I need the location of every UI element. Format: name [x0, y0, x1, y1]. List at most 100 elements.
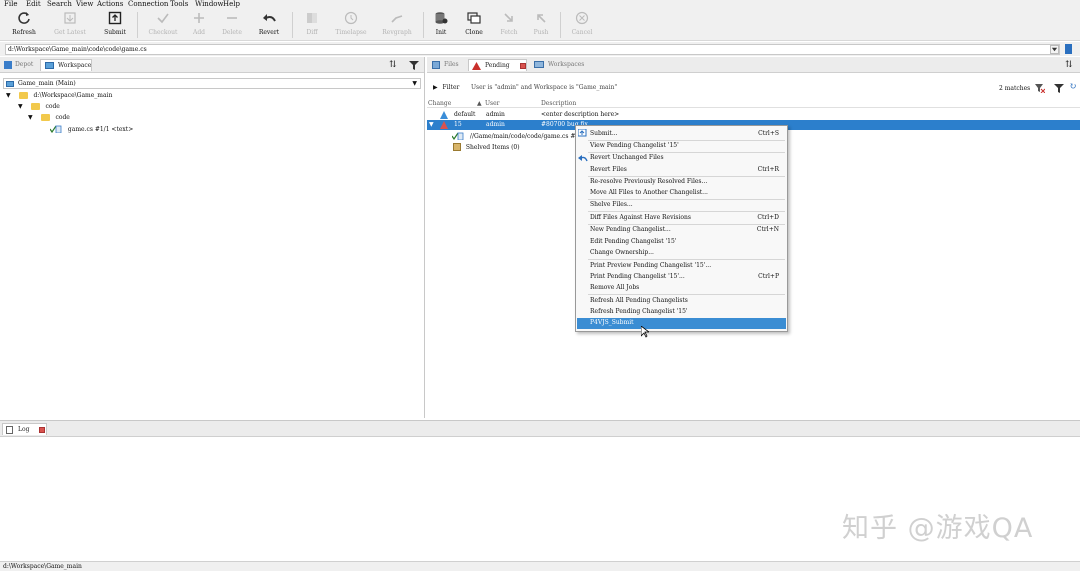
tree-row-file[interactable]: game.cs #1/1 <text> — [49, 125, 134, 134]
sort-icon[interactable]: ⇅ — [389, 60, 397, 70]
tab-workspaces[interactable]: Workspaces — [531, 59, 591, 71]
shortcut-new: Ctrl+N — [756, 226, 779, 233]
row-user: admin — [486, 121, 505, 128]
menu-item-print-preview[interactable]: Print Preview Pending Changelist '15'... — [590, 262, 711, 270]
revgraph-icon — [391, 15, 403, 23]
table-row[interactable]: default admin <enter description here> — [427, 110, 1080, 120]
expand-arrow-icon: ▼ — [18, 103, 23, 110]
tab-depot[interactable]: Depot — [2, 59, 38, 71]
clone-icon — [467, 12, 481, 24]
get-latest-label: Get Latest — [54, 29, 86, 36]
column-user[interactable]: User — [485, 100, 500, 107]
close-icon[interactable] — [520, 63, 526, 69]
get-latest-button[interactable]: Get Latest — [50, 11, 90, 39]
menu-item-revert-unchanged[interactable]: Revert Unchanged Files — [590, 154, 664, 162]
checkmark-icon — [157, 13, 169, 24]
menu-item-refresh-pending[interactable]: Refresh Pending Changelist '15' — [590, 308, 688, 316]
log-tabstrip: Log — [0, 421, 1080, 437]
submit-menu-icon — [578, 129, 587, 137]
menu-item-submit[interactable]: Submit... — [590, 130, 618, 138]
menu-actions[interactable]: Actions — [97, 0, 123, 9]
tab-files-label: Files — [444, 61, 459, 68]
folder-icon — [30, 103, 40, 110]
menu-search[interactable]: Search — [47, 0, 72, 9]
pending-changelist-icon — [440, 121, 448, 129]
diff-button[interactable]: Diff — [292, 11, 332, 39]
shortcut-diff: Ctrl+D — [757, 214, 779, 221]
bookmark-icon[interactable] — [1065, 44, 1072, 54]
revgraph-button[interactable]: Revgraph — [377, 11, 417, 39]
menu-item-edit-pending[interactable]: Edit Pending Changelist '15' — [590, 238, 676, 246]
tab-workspace[interactable]: Workspace — [40, 59, 92, 71]
delete-label: Delete — [222, 29, 242, 36]
minus-icon — [227, 17, 237, 19]
menu-view[interactable]: View — [76, 0, 93, 9]
filter-icon[interactable] — [1054, 83, 1064, 95]
menu-edit[interactable]: Edit — [26, 0, 41, 9]
menu-item-move-files[interactable]: Move All Files to Another Changelist... — [590, 189, 708, 197]
changelist-file-path: //Game/main/code/code/game.cs # — [469, 132, 576, 140]
menu-file[interactable]: File — [4, 0, 17, 9]
tree-file-label: game.cs #1/1 <text> — [67, 125, 134, 133]
tree-row-code[interactable]: ▼ code — [18, 103, 60, 111]
submit-button[interactable]: Submit — [95, 11, 135, 39]
menu-item-reresolve[interactable]: Re-resolve Previously Resolved Files... — [590, 178, 707, 186]
timelapse-button[interactable]: Timelapse — [331, 11, 371, 39]
menu-item-remove-jobs[interactable]: Remove All Jobs — [590, 284, 639, 292]
refresh-button[interactable]: Refresh — [4, 11, 44, 39]
workspace-select[interactable]: Game_main (Main) ▼ — [3, 78, 421, 89]
menu-item-change-ownership[interactable]: Change Ownership... — [590, 249, 654, 257]
tab-pending[interactable]: Pending — [468, 59, 527, 71]
menu-help[interactable]: Help — [223, 0, 240, 9]
menu-item-print[interactable]: Print Pending Changelist '15'... — [590, 273, 685, 281]
menu-item-new-pending[interactable]: New Pending Changelist... — [590, 226, 671, 234]
menu-item-view-pending[interactable]: View Pending Changelist '15' — [590, 142, 679, 150]
shelved-items-row[interactable]: Shelved Items (0) — [453, 143, 520, 151]
menu-item-refresh-all[interactable]: Refresh All Pending Changelists — [590, 297, 688, 305]
revert-menu-icon — [578, 155, 588, 162]
sort-icon[interactable]: ⇅ — [1065, 60, 1073, 70]
refresh-icon[interactable]: ↻ — [1069, 82, 1077, 92]
menu-item-diff[interactable]: Diff Files Against Have Revisions — [590, 214, 691, 222]
chevron-down-icon — [1051, 47, 1058, 52]
menu-item-p4vjs-submit[interactable]: P4VJS_Submit — [590, 319, 634, 327]
tab-files[interactable]: Files — [429, 59, 467, 71]
cancel-icon — [575, 11, 589, 25]
tab-log-label: Log — [18, 426, 30, 433]
address-text: d:\Workspace\Game_main\code\code\game.cs — [8, 46, 147, 53]
file-checked-out-icon — [49, 125, 62, 134]
tab-depot-label: Depot — [15, 61, 34, 68]
folder-icon — [40, 114, 50, 121]
tree-code-label: code — [45, 103, 60, 110]
column-change[interactable]: Change — [428, 100, 451, 107]
menu-divider — [588, 152, 785, 153]
delete-button[interactable]: Delete — [212, 11, 252, 39]
close-icon[interactable] — [39, 427, 45, 433]
revert-button[interactable]: Revert — [249, 11, 289, 39]
tab-log[interactable]: Log — [2, 423, 47, 435]
filter-toggle[interactable]: ▶ Filter — [433, 84, 459, 91]
changelist-file-row[interactable]: //Game/main/code/code/game.cs # — [451, 132, 576, 141]
menu-tools[interactable]: Tools — [170, 0, 188, 9]
refresh-label: Refresh — [12, 29, 36, 36]
address-input[interactable]: d:\Workspace\Game_main\code\code\game.cs — [5, 44, 1060, 55]
menu-bar: File Edit Search View Actions Connection… — [0, 0, 1080, 9]
menu-window[interactable]: Window — [195, 0, 224, 9]
clear-filter-icon[interactable] — [1035, 83, 1046, 95]
tree-root-label: d:\Workspace\Game_main — [33, 92, 113, 99]
cancel-button[interactable]: Cancel — [562, 11, 602, 39]
tree-row-root[interactable]: ▼ d:\Workspace\Game_main — [6, 92, 112, 100]
clone-button[interactable]: Clone — [454, 11, 494, 39]
address-dropdown-button[interactable] — [1050, 45, 1059, 54]
column-description[interactable]: Description — [541, 100, 576, 107]
push-button[interactable]: Push — [521, 11, 561, 39]
tree-row-code-sub[interactable]: ▼ code — [28, 114, 70, 122]
file-checked-out-icon — [451, 132, 464, 141]
checkout-button[interactable]: Checkout — [143, 11, 183, 39]
monitor-icon — [534, 61, 544, 68]
menu-item-shelve[interactable]: Shelve Files... — [590, 201, 633, 209]
menu-connection[interactable]: Connection — [128, 0, 168, 9]
menu-item-revert-files[interactable]: Revert Files — [590, 166, 627, 174]
filter-icon[interactable] — [409, 60, 419, 72]
menu-divider — [588, 259, 785, 260]
